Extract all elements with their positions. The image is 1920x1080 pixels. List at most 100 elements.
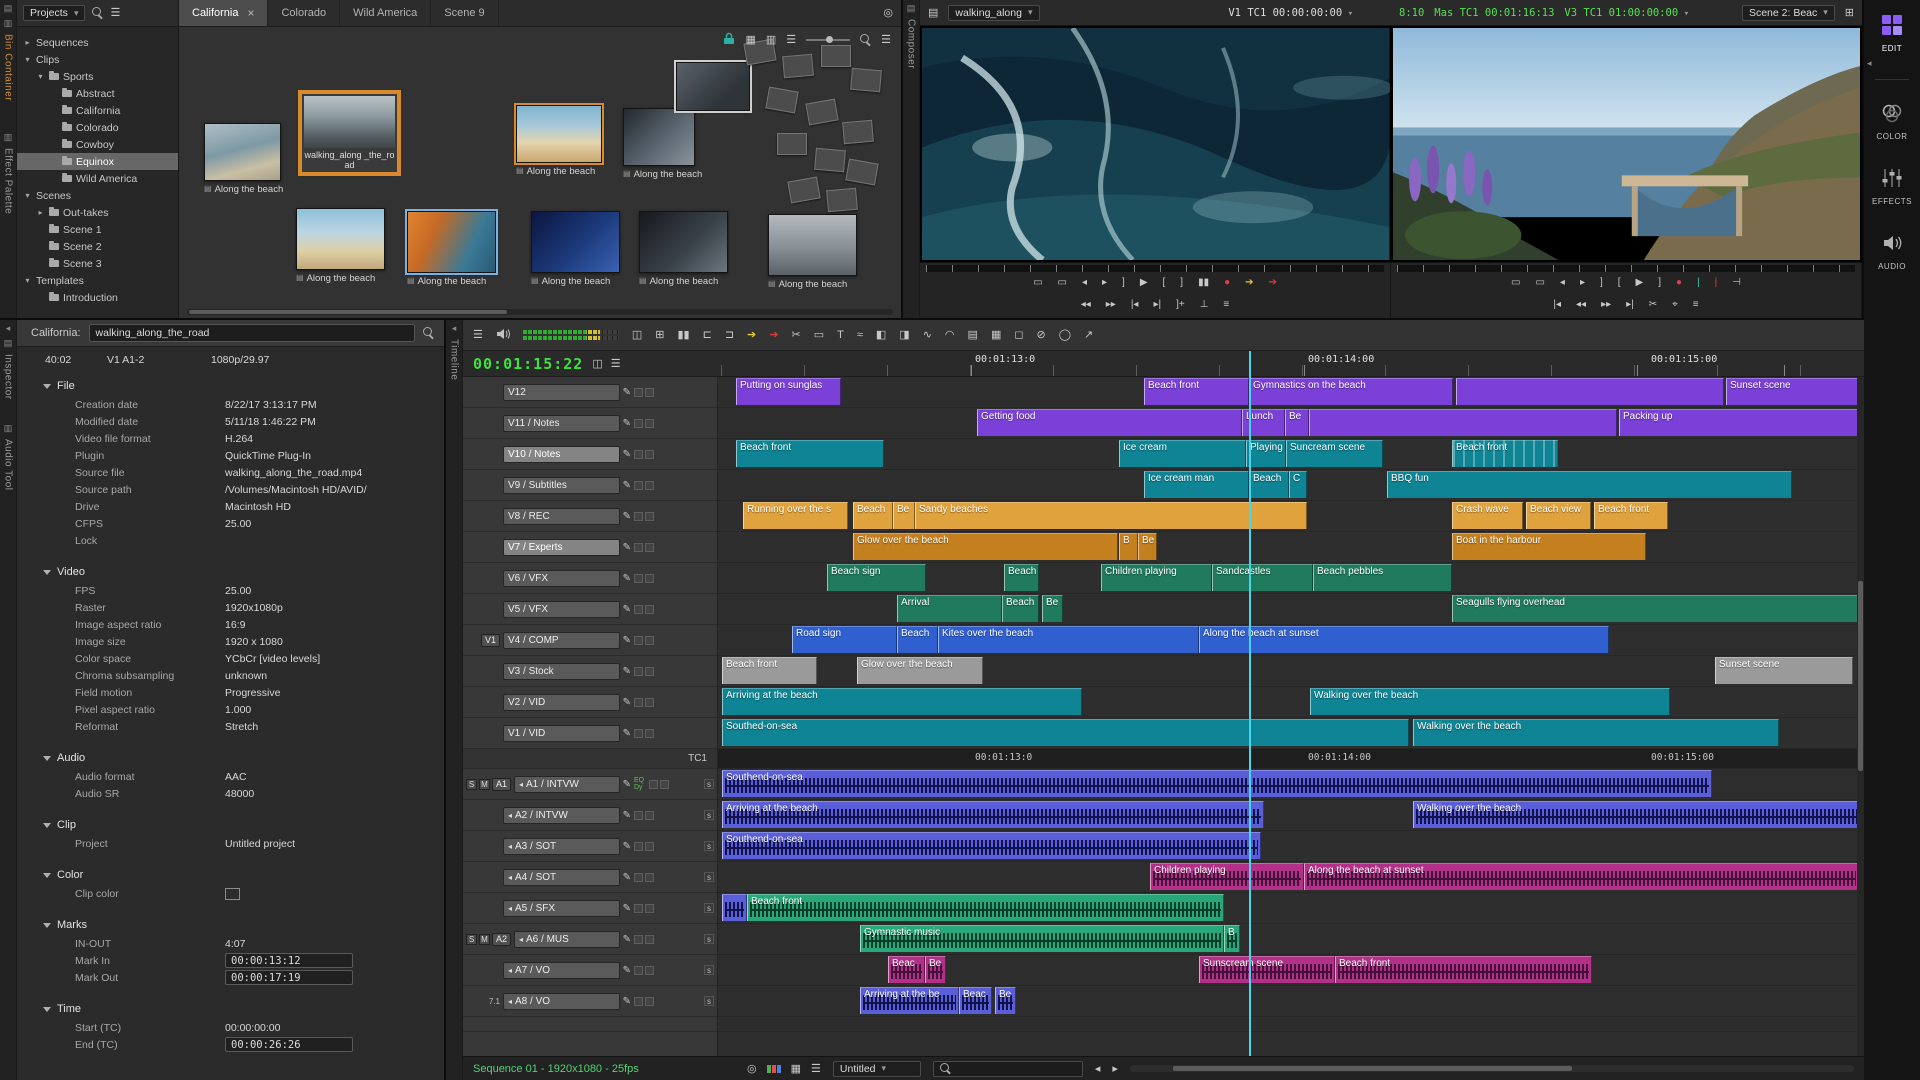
transport-button-0[interactable]: |◂ bbox=[1553, 299, 1561, 311]
timeline-tool-12[interactable]: ◨ bbox=[899, 329, 909, 341]
transport-button-3[interactable]: ▸| bbox=[1626, 299, 1634, 311]
footer-search[interactable] bbox=[933, 1061, 1083, 1077]
solo-indicator[interactable]: s bbox=[704, 996, 714, 1006]
timeline-clip-beach[interactable]: Beach bbox=[1004, 564, 1039, 591]
timeline-tool-5[interactable]: ➔ bbox=[747, 329, 756, 341]
lock-icon[interactable] bbox=[723, 32, 735, 48]
timeline-clip-bbq-fun[interactable]: BBQ fun bbox=[1387, 471, 1792, 498]
search-icon[interactable] bbox=[92, 7, 103, 19]
mute-button[interactable]: M bbox=[479, 779, 490, 790]
timeline-clip-beach-front[interactable]: Beach front bbox=[722, 657, 817, 684]
monitor-button[interactable] bbox=[634, 966, 643, 975]
record-enable-button[interactable] bbox=[645, 450, 654, 459]
speaker-icon[interactable] bbox=[496, 328, 510, 343]
transport-button-2[interactable]: ◂ bbox=[1560, 277, 1565, 289]
timeline-clip-walking-over-the-beach[interactable]: Walking over the beach bbox=[1413, 801, 1860, 828]
effect-palette-icon[interactable]: ▥ bbox=[4, 133, 13, 142]
timeline-clip-beach-front[interactable]: Beach front bbox=[1594, 502, 1668, 529]
record-monitor-image[interactable] bbox=[1393, 28, 1861, 260]
bin-container-icon[interactable]: ▤ bbox=[4, 4, 13, 13]
timeline-tool-16[interactable]: ▦ bbox=[991, 329, 1001, 341]
pencil-icon[interactable]: ✎ bbox=[623, 387, 631, 398]
record-enable-button[interactable] bbox=[645, 935, 654, 944]
timeline-clip-beach-front[interactable]: Beach front bbox=[1144, 378, 1249, 405]
track-header-v6-vfx[interactable]: V6 / VFX✎ bbox=[463, 563, 717, 594]
track-selector-v8-rec[interactable]: V8 / REC bbox=[503, 508, 620, 525]
monitor-button[interactable] bbox=[634, 419, 643, 428]
track-header-v7-experts[interactable]: V7 / Experts✎ bbox=[463, 532, 717, 563]
transport-button-8[interactable]: ▮▮ bbox=[1198, 277, 1209, 289]
inspector-icon[interactable]: ▤ bbox=[4, 339, 13, 348]
bin-clip-thumbnail[interactable] bbox=[805, 99, 838, 126]
sidebar-item-out-takes[interactable]: ▸Out-takes bbox=[17, 204, 178, 221]
record-enable-button[interactable] bbox=[645, 904, 654, 913]
transport-button-9[interactable]: | bbox=[1697, 277, 1700, 289]
timeline-clip-item[interactable] bbox=[722, 894, 747, 921]
timeline-tool-17[interactable]: ◻ bbox=[1014, 329, 1023, 341]
track-selector-a5-sfx[interactable]: ◂A5 / SFX bbox=[503, 900, 620, 917]
monitor-button[interactable] bbox=[634, 605, 643, 614]
mute-button[interactable]: M bbox=[479, 934, 490, 945]
menu-icon[interactable]: ☰ bbox=[110, 7, 120, 19]
timeline-clip-beach[interactable]: Beach bbox=[897, 626, 938, 653]
timeline-clip-beach-front[interactable]: Beach front bbox=[1335, 956, 1592, 983]
record-enable-button[interactable] bbox=[645, 873, 654, 882]
workspace-button-edit[interactable]: EDIT bbox=[1881, 14, 1903, 53]
timeline-tool-19[interactable]: ◯ bbox=[1059, 329, 1071, 341]
audio-tool-icon[interactable]: ▥ bbox=[4, 424, 13, 433]
record-enable-button[interactable] bbox=[645, 605, 654, 614]
timeline-horizontal-scrollbar[interactable] bbox=[1130, 1065, 1854, 1072]
tab-bar-eject-icon[interactable]: ◎ bbox=[883, 7, 893, 19]
timecode-tool-1[interactable]: ☰ bbox=[611, 358, 621, 370]
track-header-v5-vfx[interactable]: V5 / VFX✎ bbox=[463, 594, 717, 625]
timeline-clip-sunset-scene[interactable]: Sunset scene bbox=[1715, 657, 1853, 684]
monitor-button[interactable] bbox=[634, 388, 643, 397]
timeline-tool-0[interactable]: ◫ bbox=[632, 329, 642, 341]
bin-clip-thumbnail[interactable] bbox=[768, 214, 857, 276]
timeline-tool-6[interactable]: ➔ bbox=[769, 329, 778, 341]
pencil-icon[interactable]: ✎ bbox=[623, 480, 631, 491]
monitor-button[interactable] bbox=[634, 729, 643, 738]
timeline-clip-sunset-scene[interactable]: Sunset scene bbox=[1726, 378, 1859, 405]
timeline-clip-packing-up[interactable]: Packing up bbox=[1619, 409, 1859, 436]
timeline-tool-2[interactable]: ▮▮ bbox=[678, 329, 690, 341]
sidebar-item-clips[interactable]: ▾Clips bbox=[17, 51, 178, 68]
timeline-clip-arriving-at-the-beach[interactable]: Arriving at the beach bbox=[722, 801, 1264, 828]
record-enable-button[interactable] bbox=[660, 780, 669, 789]
pencil-icon[interactable]: ✎ bbox=[623, 697, 631, 708]
track-header-v2-vid[interactable]: V2 / VID✎ bbox=[463, 687, 717, 718]
timeline-tool-18[interactable]: ⊘ bbox=[1036, 329, 1045, 341]
view-mode-icon-1[interactable]: ▥ bbox=[766, 34, 776, 46]
transport-button-2[interactable]: |◂ bbox=[1131, 299, 1139, 311]
workspace-button-effects[interactable]: EFFECTS bbox=[1872, 167, 1912, 206]
transport-button-1[interactable]: ▭ bbox=[1058, 277, 1067, 289]
property-input[interactable]: 00:00:26:26 bbox=[225, 1037, 353, 1052]
timeline-clip-be[interactable]: Be bbox=[1042, 595, 1063, 622]
track-header-a8-vo[interactable]: 7.1◂A8 / VO✎s bbox=[463, 986, 717, 1017]
timeline-clip-gymnastic-music[interactable]: Gymnastic music bbox=[860, 925, 1224, 952]
pencil-icon[interactable]: ✎ bbox=[623, 996, 631, 1007]
bin-horizontal-scrollbar[interactable] bbox=[187, 309, 893, 315]
transport-button-8[interactable]: ● bbox=[1676, 277, 1682, 289]
timeline-tool-20[interactable]: ↗ bbox=[1084, 329, 1093, 341]
pencil-icon[interactable]: ✎ bbox=[623, 841, 631, 852]
track-selector-a2-intvw[interactable]: ◂A2 / INTVW bbox=[503, 807, 620, 824]
timeline-clip-walking-over-the-beach[interactable]: Walking over the beach bbox=[1310, 688, 1670, 715]
monitor-button[interactable] bbox=[634, 935, 643, 944]
close-icon[interactable]: × bbox=[247, 6, 254, 20]
track-header-a4-sot[interactable]: ◂A4 / SOT✎s bbox=[463, 862, 717, 893]
sidebar-item-sequences[interactable]: ▸Sequences bbox=[17, 34, 178, 51]
timeline-menu-icon[interactable]: ☰ bbox=[473, 329, 483, 341]
monitor-button[interactable] bbox=[634, 811, 643, 820]
sidebar-item-scene-1[interactable]: Scene 1 bbox=[17, 221, 178, 238]
timeline-clip-beach-sign[interactable]: Beach sign bbox=[827, 564, 926, 591]
timeline-clip-arrival[interactable]: Arrival bbox=[897, 595, 1002, 622]
composer-icon[interactable]: ▤ bbox=[907, 4, 916, 13]
timeline-clip-item[interactable] bbox=[1456, 378, 1724, 405]
pencil-icon[interactable]: ✎ bbox=[623, 779, 631, 790]
transport-button-5[interactable]: ⌖ bbox=[1672, 299, 1678, 311]
source-track-timecode[interactable]: V1 TC1 00:00:00:00 bbox=[1228, 7, 1353, 19]
sidebar-item-california[interactable]: California bbox=[17, 102, 178, 119]
section-header-clip[interactable]: Clip bbox=[17, 815, 444, 835]
timeline-tool-4[interactable]: ⊐ bbox=[725, 329, 734, 341]
